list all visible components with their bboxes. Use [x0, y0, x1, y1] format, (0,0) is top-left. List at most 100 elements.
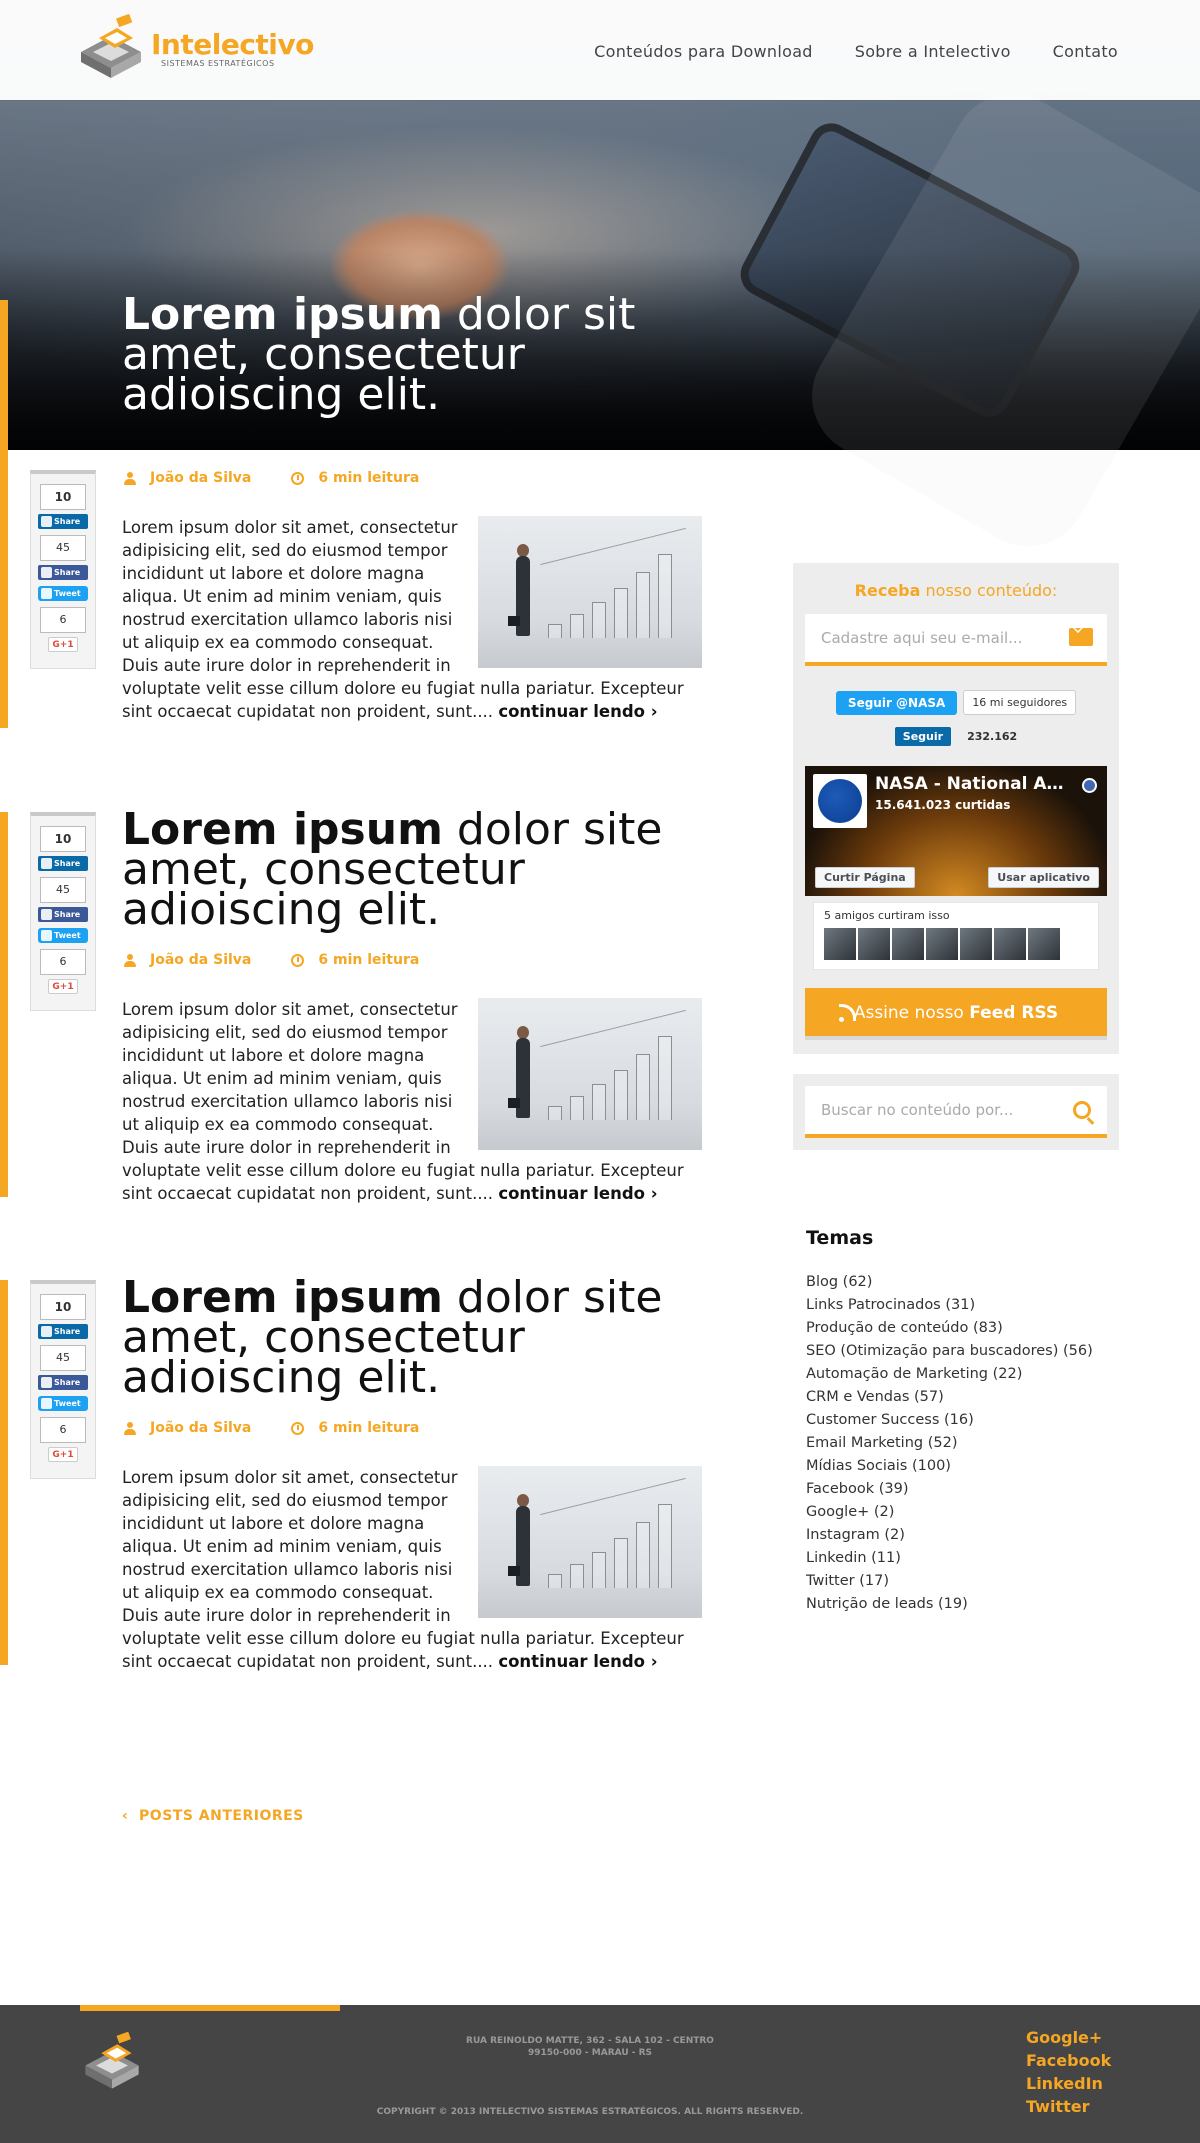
friends-liked-text: 5 amigos curtiram isso [824, 909, 950, 922]
thumb-bar [570, 1564, 584, 1588]
post-title[interactable]: Lorem ipsum dolor site amet, consectetur… [122, 1276, 682, 1400]
topic-item[interactable]: Mídias Sociais (100) [806, 1455, 1093, 1478]
search-icon[interactable] [1073, 1101, 1091, 1119]
verified-icon [1082, 778, 1097, 793]
rss-subscribe-button[interactable]: Assine nosso Feed RSS [805, 988, 1107, 1040]
thumb-bar [592, 1084, 606, 1120]
topic-item[interactable]: Blog (62) [806, 1271, 1093, 1294]
facebook-share-button[interactable]: Share [38, 565, 88, 580]
user-icon [124, 1421, 136, 1435]
newsletter-title-bold: Receba [854, 581, 921, 600]
topic-item[interactable]: Customer Success (16) [806, 1409, 1093, 1432]
nav-contact[interactable]: Contato [1053, 42, 1118, 61]
thumb-bar [592, 1552, 606, 1588]
share-widget: 10 Share 45 Share Tweet 6 G+1 [30, 470, 96, 669]
post-1: 10 Share 45 Share Tweet 6 G+1 João da Si… [0, 450, 720, 730]
tweet-label: Tweet [54, 931, 81, 940]
avatar[interactable] [858, 928, 890, 960]
linkedin-follow-button[interactable]: Seguir [894, 727, 952, 746]
thumb-bar [614, 1538, 628, 1588]
avatar[interactable] [960, 928, 992, 960]
post-author[interactable]: João da Silva [124, 1420, 251, 1436]
facebook-use-app-button[interactable]: Usar aplicativo [988, 867, 1099, 888]
post-meta: João da Silva 6 min leitura [124, 470, 419, 486]
email-field[interactable]: Cadastre aqui seu e-mail... [805, 614, 1107, 666]
post-thumbnail[interactable] [478, 516, 702, 668]
linkedin-share-button[interactable]: Share [38, 1324, 88, 1339]
post-thumbnail[interactable] [478, 998, 702, 1150]
post-author[interactable]: João da Silva [124, 952, 251, 968]
avatar[interactable] [994, 928, 1026, 960]
twitter-follow-button[interactable]: Seguir @NASA [835, 690, 958, 715]
facebook-page-name[interactable]: NASA - National Aer... [875, 774, 1075, 794]
topic-item[interactable]: Links Patrocinados (31) [806, 1294, 1093, 1317]
user-icon [124, 471, 136, 485]
avatar[interactable] [824, 928, 856, 960]
topic-item[interactable]: SEO (Otimização para buscadores) (56) [806, 1340, 1093, 1363]
thumb-bar [658, 554, 672, 638]
avatar[interactable] [926, 928, 958, 960]
gplus-button[interactable]: G+1 [48, 1447, 78, 1462]
footer-link-googleplus[interactable]: Google+ [1026, 2026, 1111, 2049]
nasa-logo[interactable] [813, 774, 867, 828]
brand-name: Intelectivo [151, 28, 314, 61]
topic-item[interactable]: Linkedin (11) [806, 1547, 1093, 1570]
tweet-button[interactable]: Tweet [38, 1396, 88, 1411]
site-header: Intelectivo SISTEMAS ESTRATÉGICOS Conteú… [0, 0, 1200, 100]
footer-address: RUA REINOLDO MATTE, 362 - SALA 102 - CEN… [0, 2035, 1180, 2059]
read-more-link[interactable]: continuar lendo › [498, 1184, 657, 1203]
topic-item[interactable]: Twitter (17) [806, 1570, 1093, 1593]
post-title[interactable]: Lorem ipsum dolor site amet, consectetur… [122, 808, 682, 932]
search-input[interactable]: Buscar no conteúdo por... [805, 1086, 1107, 1138]
thumb-bar [548, 1574, 562, 1588]
logo[interactable]: Intelectivo SISTEMAS ESTRATÉGICOS [75, 12, 314, 84]
facebook-like-page-button[interactable]: Curtir Página [815, 867, 915, 888]
topic-item[interactable]: Facebook (39) [806, 1478, 1093, 1501]
nav-downloads[interactable]: Conteúdos para Download [594, 42, 813, 61]
facebook-share-button[interactable]: Share [38, 1375, 88, 1390]
post-2: 10 Share 45 Share Tweet 6 G+1 Lorem ipsu… [0, 808, 720, 1203]
post-author[interactable]: João da Silva [124, 470, 251, 486]
topic-item[interactable]: Automação de Marketing (22) [806, 1363, 1093, 1386]
envelope-icon[interactable] [1069, 628, 1093, 646]
address-line-2: 99150-000 - MARAU - RS [527, 2048, 653, 2058]
topic-item[interactable]: Google+ (2) [806, 1501, 1093, 1524]
post-thumbnail[interactable] [478, 1466, 702, 1618]
author-name: João da Silva [150, 1420, 252, 1436]
tweet-button[interactable]: Tweet [38, 928, 88, 943]
gplus-button[interactable]: G+1 [48, 979, 78, 994]
tweet-button[interactable]: Tweet [38, 586, 88, 601]
thumb-bar [570, 1096, 584, 1120]
thumb-bar [636, 1054, 650, 1120]
linkedin-followers-count: 232.162 [967, 730, 1018, 743]
linkedin-share-button[interactable]: Share [38, 856, 88, 871]
hero-title[interactable]: Lorem ipsum dolor sit amet, consectetur … [122, 293, 682, 417]
gplus-button[interactable]: G+1 [48, 637, 78, 652]
topic-item[interactable]: Email Marketing (52) [806, 1432, 1093, 1455]
topic-item[interactable]: CRM e Vendas (57) [806, 1386, 1093, 1409]
footer-link-facebook[interactable]: Facebook [1026, 2049, 1111, 2072]
address-line-1: RUA REINOLDO MATTE, 362 - SALA 102 - CEN… [466, 2036, 714, 2046]
newsletter-box: Receba nosso conteúdo: Cadastre aqui seu… [793, 563, 1119, 1054]
previous-posts-link[interactable]: ‹ POSTS ANTERIORES [122, 1808, 304, 1824]
facebook-share-button[interactable]: Share [38, 907, 88, 922]
thumb-bar [614, 588, 628, 638]
briefcase [508, 1098, 520, 1108]
avatar[interactable] [892, 928, 924, 960]
avatar[interactable] [1028, 928, 1060, 960]
share-widget: 10 Share 45 Share Tweet 6 G+1 [30, 812, 96, 1011]
footer-social-links: Google+ Facebook LinkedIn Twitter [1026, 2026, 1111, 2118]
twitter-icon [41, 1398, 52, 1409]
twitter-icon [41, 930, 52, 941]
topic-item[interactable]: Instagram (2) [806, 1524, 1093, 1547]
read-time-label: 6 min leitura [318, 1420, 420, 1436]
nav-about[interactable]: Sobre a Intelectivo [855, 42, 1011, 61]
footer-link-twitter[interactable]: Twitter [1026, 2095, 1111, 2118]
footer-link-linkedin[interactable]: LinkedIn [1026, 2072, 1111, 2095]
read-more-link[interactable]: continuar lendo › [498, 1652, 657, 1671]
read-more-link[interactable]: continuar lendo › [498, 702, 657, 721]
topic-item[interactable]: Nutrição de leads (19) [806, 1593, 1093, 1616]
topic-item[interactable]: Produção de conteúdo (83) [806, 1317, 1093, 1340]
post-accent-bar [0, 450, 8, 728]
linkedin-share-button[interactable]: Share [38, 514, 88, 529]
